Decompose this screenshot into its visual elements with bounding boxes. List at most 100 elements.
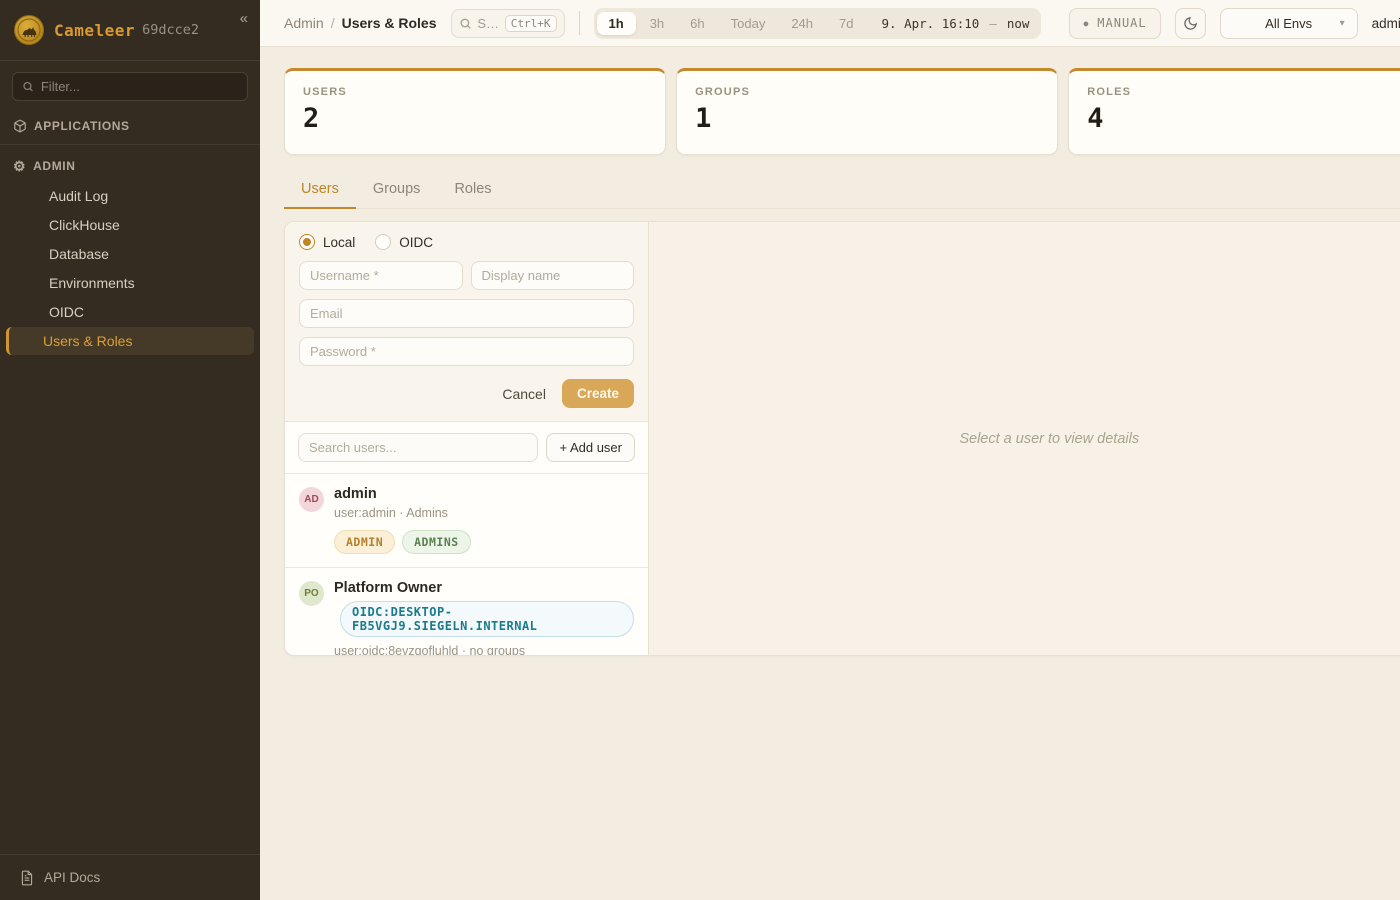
sidebar-item-audit-log[interactable]: Audit Log bbox=[6, 182, 254, 210]
user-info: admin user:admin · Admins ADMIN ADMINS bbox=[334, 486, 471, 554]
user-row-admin[interactable]: AD admin user:admin · Admins ADMIN ADMIN… bbox=[285, 473, 648, 567]
time-to[interactable]: now bbox=[1007, 16, 1030, 31]
global-search[interactable]: S… Ctrl+K bbox=[451, 9, 565, 38]
cube-icon bbox=[13, 119, 27, 133]
radio-oidc-circle[interactable] bbox=[375, 234, 391, 250]
chevron-down-icon: ▾ bbox=[1340, 18, 1345, 29]
mode-label: MANUAL bbox=[1097, 16, 1146, 30]
camel-logo-icon bbox=[15, 16, 43, 44]
tab-groups[interactable]: Groups bbox=[356, 175, 438, 209]
topbar-divider bbox=[579, 11, 580, 35]
time-range-selector: 1h 3h 6h Today 24h 7d 9. Apr. 16:10 — no… bbox=[594, 8, 1042, 39]
sidebar-admin-items: Audit Log ClickHouse Database Environmen… bbox=[0, 182, 260, 359]
tabs: Users Groups Roles bbox=[284, 175, 1400, 209]
app-title: Cameleer bbox=[54, 21, 135, 40]
user-row-platform-owner[interactable]: PO Platform Owner OIDC:DESKTOP-FB5VGJ9.S… bbox=[285, 567, 648, 656]
group-badge-admins: ADMINS bbox=[402, 530, 471, 554]
time-range-24h[interactable]: 24h bbox=[779, 12, 825, 35]
user-list-toolbar: + Add user bbox=[285, 422, 648, 473]
tab-roles[interactable]: Roles bbox=[437, 175, 508, 209]
sidebar-filter[interactable] bbox=[12, 72, 248, 101]
shortcut-badge: Ctrl+K bbox=[505, 15, 557, 32]
radio-local-label: Local bbox=[323, 235, 355, 250]
username-field[interactable] bbox=[299, 261, 463, 290]
sidebar-filter-input[interactable] bbox=[41, 79, 238, 94]
time-range-1h[interactable]: 1h bbox=[597, 12, 636, 35]
refresh-mode-badge[interactable]: ● MANUAL bbox=[1069, 8, 1160, 39]
role-badges: ADMIN ADMINS bbox=[334, 530, 471, 554]
stat-card-groups[interactable]: GROUPS 1 bbox=[676, 68, 1058, 155]
section-label: APPLICATIONS bbox=[34, 119, 130, 133]
sidebar-item-oidc[interactable]: OIDC bbox=[6, 298, 254, 326]
breadcrumb-admin[interactable]: Admin bbox=[284, 15, 324, 31]
section-label: ADMIN bbox=[33, 159, 75, 173]
search-icon bbox=[459, 17, 472, 30]
avatar: AD bbox=[299, 487, 324, 512]
stat-value: 4 bbox=[1087, 103, 1400, 134]
password-field[interactable] bbox=[299, 337, 634, 366]
sidebar-item-clickhouse[interactable]: ClickHouse bbox=[6, 211, 254, 239]
search-users-input[interactable] bbox=[298, 433, 538, 462]
sidebar-item-users-roles[interactable]: Users & Roles bbox=[6, 327, 254, 355]
avatar: PO bbox=[299, 581, 324, 606]
stat-value: 1 bbox=[695, 103, 1039, 134]
display-name-field[interactable] bbox=[471, 261, 635, 290]
user-type-radio-group: Local OIDC bbox=[299, 234, 634, 250]
sidebar-header: Cameleer 69dcce2 « bbox=[0, 0, 260, 61]
role-badge-admin: ADMIN bbox=[334, 530, 395, 554]
users-panel: Local OIDC Cancel bbox=[284, 221, 1400, 656]
main-area: Admin / Users & Roles S… Ctrl+K 1h 3h 6h… bbox=[260, 0, 1400, 900]
time-range-today[interactable]: Today bbox=[719, 12, 778, 35]
create-user-form: Local OIDC Cancel bbox=[285, 222, 648, 422]
stat-card-roles[interactable]: ROLES 4 bbox=[1068, 68, 1400, 155]
oidc-provider-badge: OIDC:DESKTOP-FB5VGJ9.SIEGELN.INTERNAL bbox=[340, 601, 634, 637]
create-button[interactable]: Create bbox=[562, 379, 634, 408]
moon-icon bbox=[1183, 16, 1198, 31]
time-range-3h[interactable]: 3h bbox=[638, 12, 676, 35]
email-field[interactable] bbox=[299, 299, 634, 328]
add-user-button[interactable]: + Add user bbox=[546, 433, 635, 462]
radio-local[interactable]: Local bbox=[299, 234, 355, 250]
search-icon bbox=[22, 80, 34, 93]
stats-row: USERS 2 GROUPS 1 ROLES 4 bbox=[284, 68, 1400, 155]
stat-card-users[interactable]: USERS 2 bbox=[284, 68, 666, 155]
time-dash: — bbox=[989, 16, 997, 31]
radio-local-circle[interactable] bbox=[299, 234, 315, 250]
user-name: admin bbox=[334, 486, 471, 502]
stat-label: ROLES bbox=[1087, 86, 1400, 98]
name-fields-row bbox=[299, 261, 634, 290]
radio-oidc[interactable]: OIDC bbox=[375, 234, 433, 250]
app-version: 69dcce2 bbox=[142, 22, 199, 38]
sidebar: Cameleer 69dcce2 « APPLICATIONS ⚙ ADMIN … bbox=[0, 0, 260, 900]
user-list-column: Local OIDC Cancel bbox=[285, 222, 649, 655]
time-range-6h[interactable]: 6h bbox=[678, 12, 716, 35]
gear-icon: ⚙ bbox=[13, 159, 26, 173]
time-from[interactable]: 9. Apr. 16:10 bbox=[882, 16, 980, 31]
stat-value: 2 bbox=[303, 103, 647, 134]
app-logo bbox=[14, 15, 44, 45]
user-info: Platform Owner OIDC:DESKTOP-FB5VGJ9.SIEG… bbox=[334, 580, 634, 656]
sidebar-section-admin[interactable]: ⚙ ADMIN bbox=[0, 147, 260, 182]
cancel-button[interactable]: Cancel bbox=[502, 386, 546, 402]
user-meta: user:admin · Admins bbox=[334, 506, 471, 520]
breadcrumb-current: Users & Roles bbox=[342, 15, 437, 31]
env-select[interactable]: All Envs ▾ bbox=[1220, 8, 1358, 39]
sidebar-collapse-icon[interactable]: « bbox=[240, 10, 248, 27]
sidebar-section-applications[interactable]: APPLICATIONS bbox=[0, 107, 260, 142]
sidebar-item-database[interactable]: Database bbox=[6, 240, 254, 268]
api-docs-link[interactable]: API Docs bbox=[0, 854, 260, 900]
theme-toggle-button[interactable] bbox=[1175, 8, 1206, 39]
form-actions: Cancel Create bbox=[299, 379, 634, 408]
sidebar-item-environments[interactable]: Environments bbox=[6, 269, 254, 297]
breadcrumb: Admin / Users & Roles bbox=[284, 15, 437, 31]
status-dot: ● bbox=[1083, 19, 1089, 28]
document-icon bbox=[20, 870, 34, 886]
topbar: Admin / Users & Roles S… Ctrl+K 1h 3h 6h… bbox=[260, 0, 1400, 47]
global-search-placeholder: S… bbox=[477, 16, 498, 31]
env-select-value: All Envs bbox=[1265, 16, 1312, 31]
user-details-panel: Select a user to view details bbox=[649, 222, 1400, 655]
radio-oidc-label: OIDC bbox=[399, 235, 433, 250]
tab-users[interactable]: Users bbox=[284, 175, 356, 209]
stat-label: USERS bbox=[303, 86, 647, 98]
time-range-7d[interactable]: 7d bbox=[827, 12, 865, 35]
